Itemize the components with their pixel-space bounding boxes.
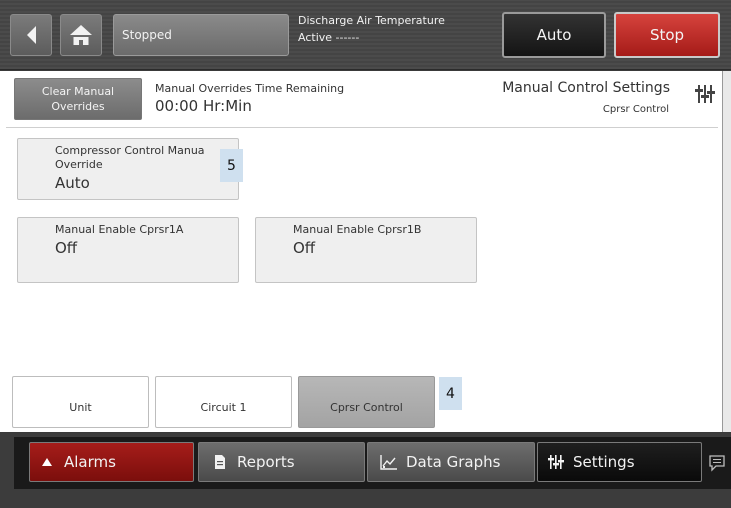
chart-icon [380, 453, 398, 471]
tab-label: Circuit 1 [200, 400, 247, 414]
unit-status-display[interactable]: Stopped [113, 14, 289, 56]
tab-circuit-1[interactable]: Circuit 1 [155, 376, 292, 428]
scrollbar-track[interactable] [723, 71, 731, 432]
bottom-nav-bar: Alarms Reports Data Graphs Settings [0, 433, 731, 508]
tile-label: Manual Enable Cprsr1B [293, 223, 422, 236]
tile-value: Auto [55, 174, 90, 192]
document-icon [211, 453, 229, 471]
alarm-bell-icon [38, 453, 56, 471]
back-arrow-icon [26, 26, 36, 44]
nav-alarms-label: Alarms [64, 453, 116, 471]
stop-button-label: Stop [649, 26, 685, 44]
compressor-control-override-tile[interactable]: Compressor Control Manua Override Auto [17, 138, 239, 200]
tile-label: Compressor Control Manua [55, 144, 205, 157]
header-divider [6, 127, 718, 128]
nav-data-graphs-label: Data Graphs [406, 453, 501, 471]
home-button[interactable] [60, 14, 102, 56]
tile-value: Off [293, 239, 316, 257]
time-remaining-value: 00:00 Hr:Min [155, 97, 252, 115]
nav-settings-label: Settings [573, 453, 635, 471]
manual-control-panel: Clear Manual Overrides Manual Overrides … [0, 71, 723, 432]
manual-enable-cprsr1b-tile[interactable]: Manual Enable Cprsr1B Off [255, 217, 477, 283]
tab-label: Unit [69, 400, 92, 414]
unit-status-text: Stopped [122, 28, 172, 42]
time-remaining-label: Manual Overrides Time Remaining [155, 82, 345, 95]
page-subtitle: Cprsr Control [602, 104, 669, 115]
tab-label: Cprsr Control [330, 400, 403, 414]
tile-label: Manual Enable Cprsr1A [55, 223, 184, 236]
tile-label: Override [55, 158, 103, 171]
chat-bubble-icon[interactable] [708, 454, 726, 472]
clear-manual-overrides-button[interactable]: Clear Manual Overrides [14, 78, 142, 120]
clear-overrides-label-2: Overrides [51, 100, 105, 113]
nav-data-graphs-button[interactable]: Data Graphs [367, 442, 535, 482]
nav-settings-button[interactable]: Settings [537, 442, 702, 482]
nav-reports-label: Reports [237, 453, 295, 471]
callout-badge: 4 [439, 377, 462, 410]
nav-reports-button[interactable]: Reports [198, 442, 365, 482]
clear-overrides-label-1: Clear Manual [41, 85, 115, 98]
tile-value: Off [55, 239, 78, 257]
back-button[interactable] [10, 14, 52, 56]
stop-button[interactable]: Stop [614, 12, 720, 58]
auto-button-label: Auto [536, 26, 572, 44]
callout-badge: 5 [220, 149, 243, 182]
home-icon [70, 25, 92, 45]
point-name: Discharge Air Temperature [298, 14, 445, 27]
manual-enable-cprsr1a-tile[interactable]: Manual Enable Cprsr1A Off [17, 217, 239, 283]
tab-cprsr-control[interactable]: Cprsr Control [298, 376, 435, 428]
sliders-icon[interactable] [695, 83, 715, 105]
sliders-icon [547, 453, 565, 471]
discharge-air-temp-display: Discharge Air Temperature Active ------ [296, 12, 486, 58]
auto-button[interactable]: Auto [502, 12, 606, 58]
page-title: Manual Control Settings [502, 80, 670, 96]
point-state: Active ------ [298, 31, 360, 44]
tab-unit[interactable]: Unit [12, 376, 149, 428]
top-bar: Stopped Discharge Air Temperature Active… [0, 0, 731, 70]
nav-alarms-button[interactable]: Alarms [29, 442, 194, 482]
